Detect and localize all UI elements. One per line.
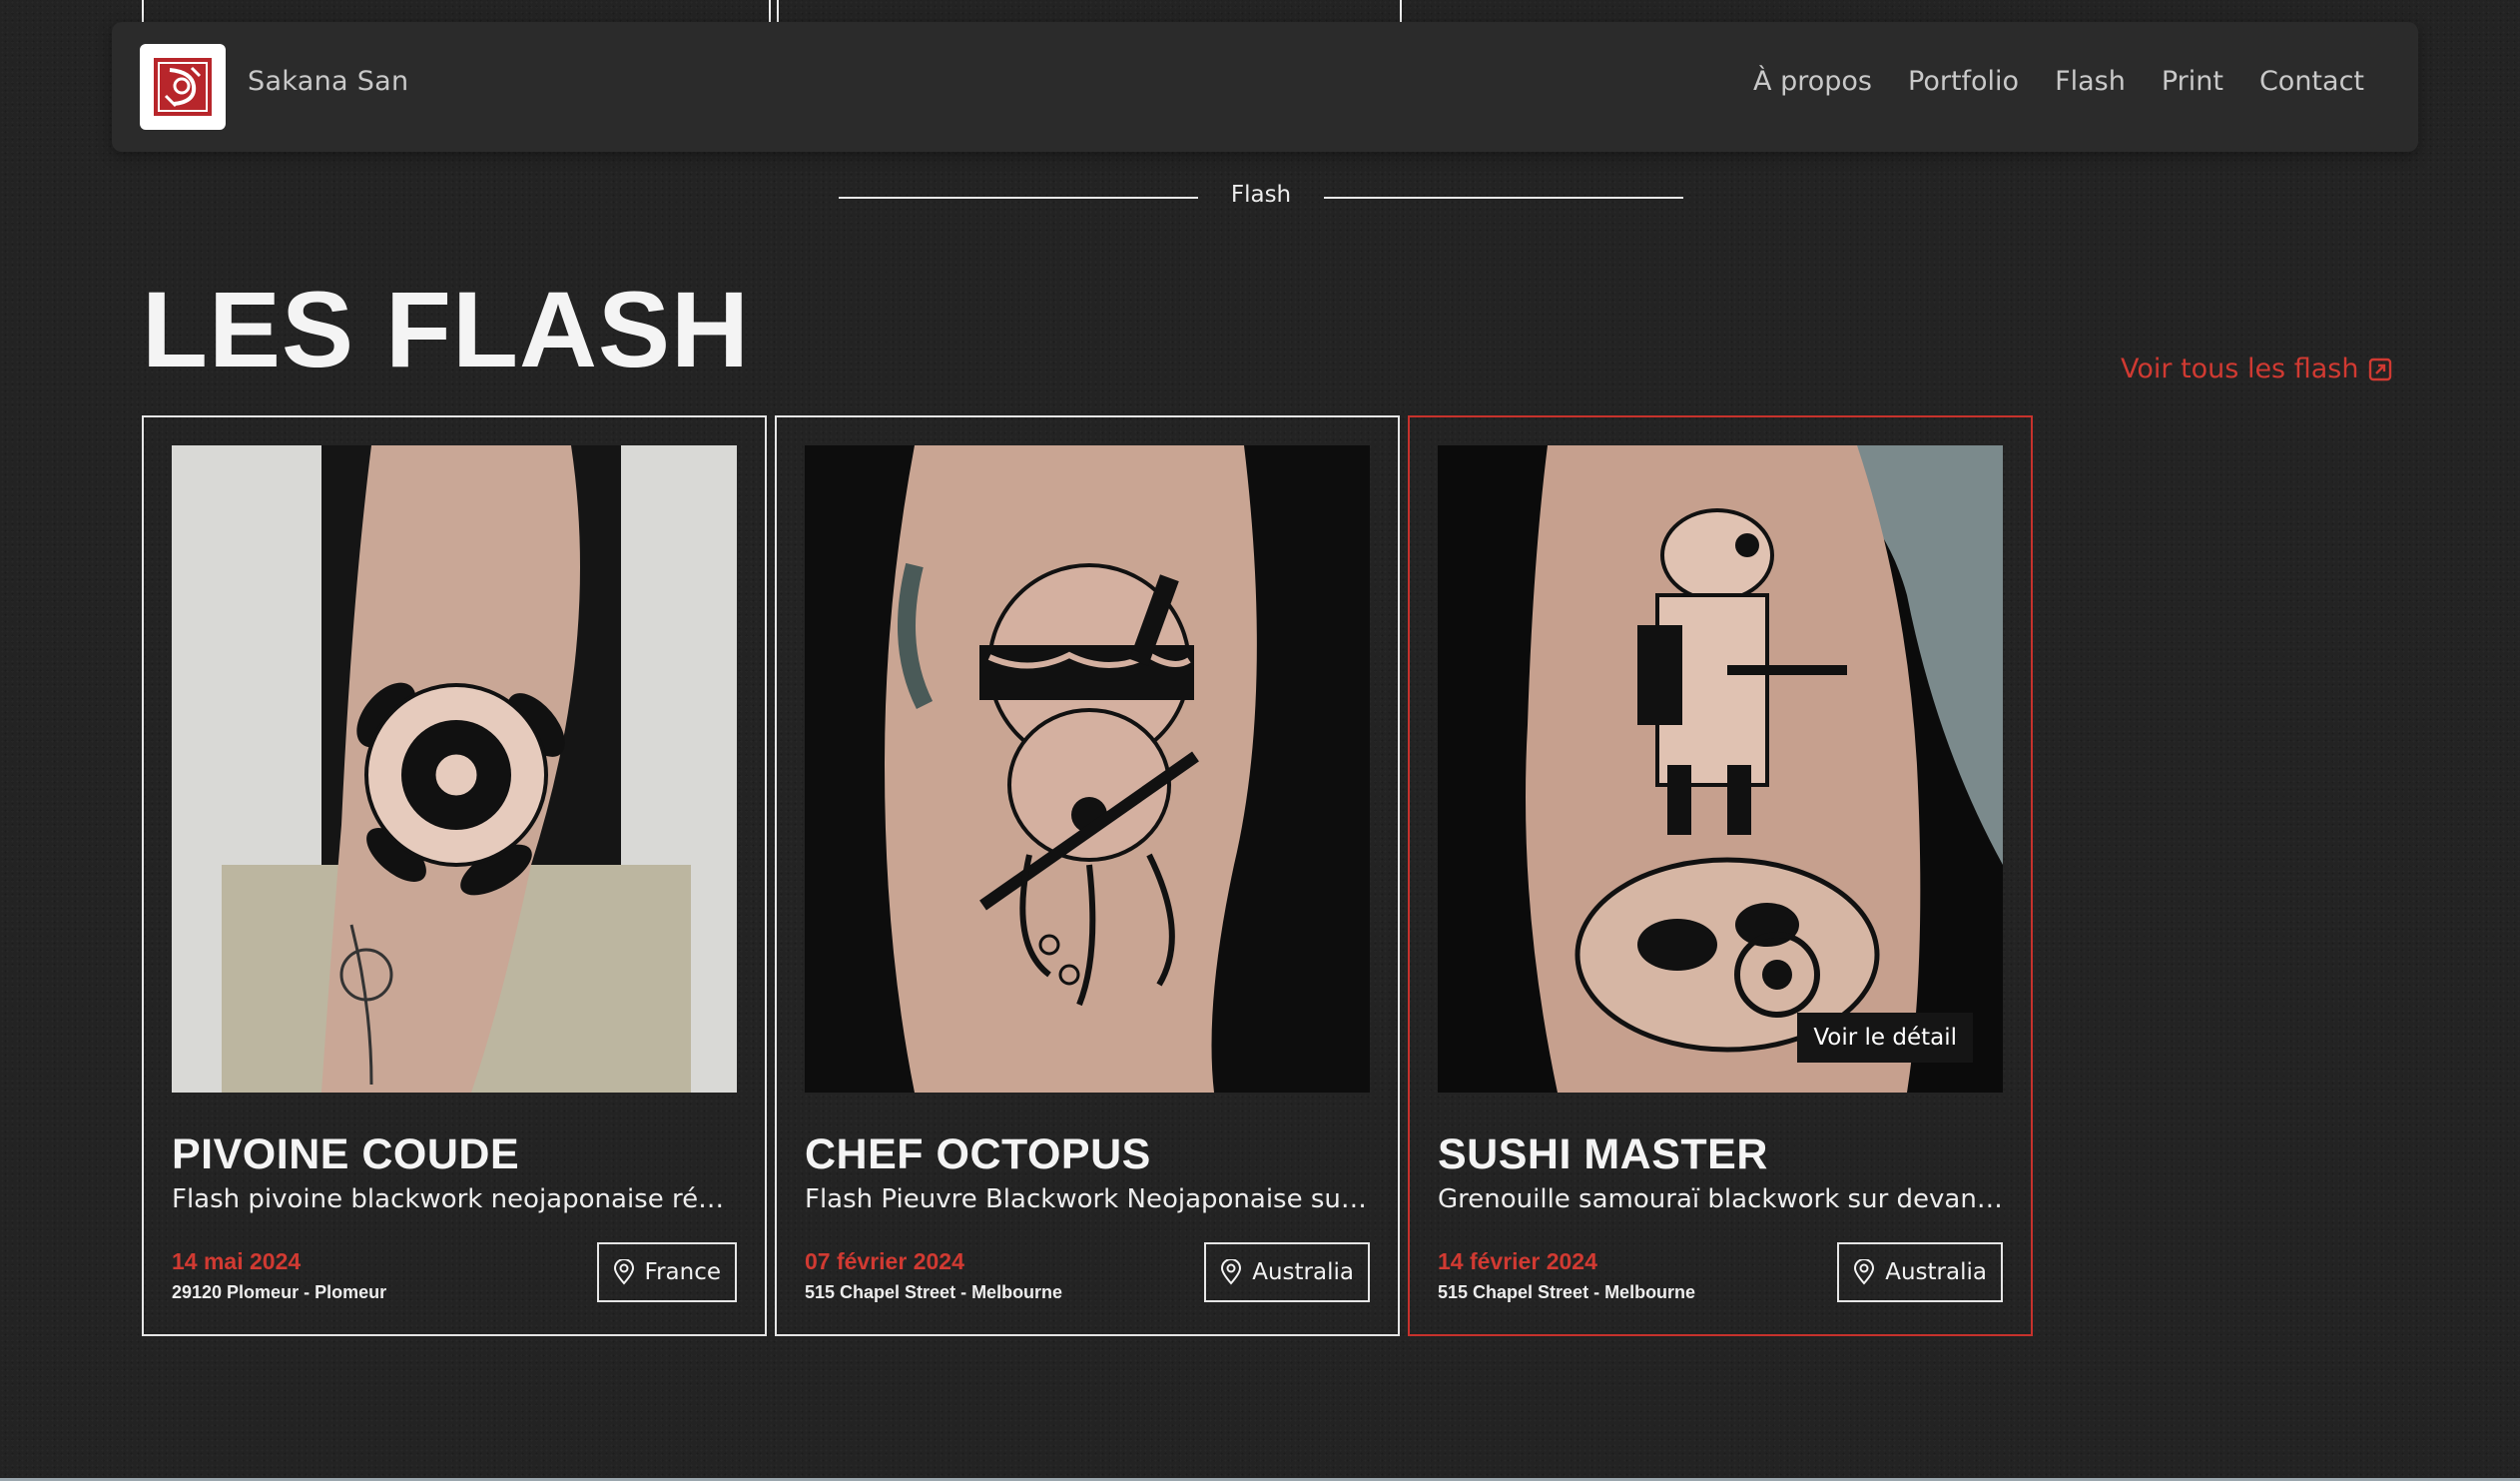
flash-title: SUSHI MASTER — [1438, 1130, 1768, 1178]
flash-description: Grenouille samouraï blackwork sur devant… — [1438, 1184, 2005, 1214]
main-nav: À propos Portfolio Flash Print Contact — [1753, 66, 2364, 97]
see-all-flash-link[interactable]: Voir tous les flash — [2121, 354, 2392, 384]
flash-description: Flash pivoine blackwork neojaponaise réa… — [172, 1184, 739, 1214]
nav-link-contact[interactable]: Contact — [2259, 66, 2364, 97]
divider-right — [1324, 197, 1683, 199]
nav-link-portfolio[interactable]: Portfolio — [1908, 66, 2019, 97]
location-label: Australia — [1885, 1259, 1987, 1285]
location-label: France — [644, 1259, 721, 1285]
flash-photo[interactable]: Voir le détail — [1438, 445, 2003, 1093]
flash-date: 14 février 2024 — [1438, 1248, 1597, 1274]
previous-section-edge — [142, 0, 1402, 22]
tattoo-photo-peony — [172, 445, 737, 1093]
flash-photo[interactable] — [805, 445, 1370, 1093]
view-detail-button[interactable]: Voir le détail — [1797, 1013, 1973, 1063]
site-header: Sakana San À propos Portfolio Flash Prin… — [112, 22, 2418, 152]
map-pin-icon — [1221, 1259, 1242, 1285]
flash-address: 515 Chapel Street - Melbourne — [805, 1282, 1063, 1302]
nav-link-print[interactable]: Print — [2162, 66, 2223, 97]
map-pin-icon — [613, 1259, 634, 1285]
map-pin-icon — [1854, 1259, 1875, 1285]
flash-date: 07 février 2024 — [805, 1248, 964, 1274]
nav-link-flash[interactable]: Flash — [2055, 66, 2126, 97]
logo-icon — [154, 58, 212, 116]
brand-name[interactable]: Sakana San — [248, 66, 408, 97]
flash-title: PIVOINE COUDE — [172, 1130, 520, 1178]
location-badge[interactable]: Australia — [1837, 1242, 2003, 1302]
section-label: Flash — [839, 178, 1683, 214]
flash-card[interactable]: PIVOINE COUDE Flash pivoine blackwork ne… — [142, 415, 767, 1336]
flash-address: 515 Chapel Street - Melbourne — [1438, 1282, 1696, 1302]
location-badge[interactable]: Australia — [1204, 1242, 1370, 1302]
external-link-icon — [2369, 358, 2392, 380]
flash-title: CHEF OCTOPUS — [805, 1130, 1151, 1178]
location-label: Australia — [1252, 1259, 1354, 1285]
logo[interactable] — [140, 44, 226, 130]
nav-link-a-propos[interactable]: À propos — [1753, 66, 1872, 97]
tattoo-photo-frog-samurai — [1438, 445, 2003, 1093]
flash-card[interactable]: CHEF OCTOPUS Flash Pieuvre Blackwork Neo… — [775, 415, 1400, 1336]
page-title: LES FLASH — [142, 269, 751, 389]
flash-photo[interactable] — [172, 445, 737, 1093]
tattoo-photo-octopus — [805, 445, 1370, 1093]
see-all-label: Voir tous les flash — [2121, 354, 2359, 384]
flash-address: 29120 Plomeur - Plomeur — [172, 1282, 387, 1302]
flash-description: Flash Pieuvre Blackwork Neojaponaise sur… — [805, 1184, 1372, 1214]
flash-date: 14 mai 2024 — [172, 1248, 302, 1274]
flash-card[interactable]: Voir le détail SUSHI MASTER Grenouille s… — [1408, 415, 2033, 1336]
location-badge[interactable]: France — [596, 1242, 737, 1302]
section-label-text: Flash — [1230, 182, 1292, 208]
